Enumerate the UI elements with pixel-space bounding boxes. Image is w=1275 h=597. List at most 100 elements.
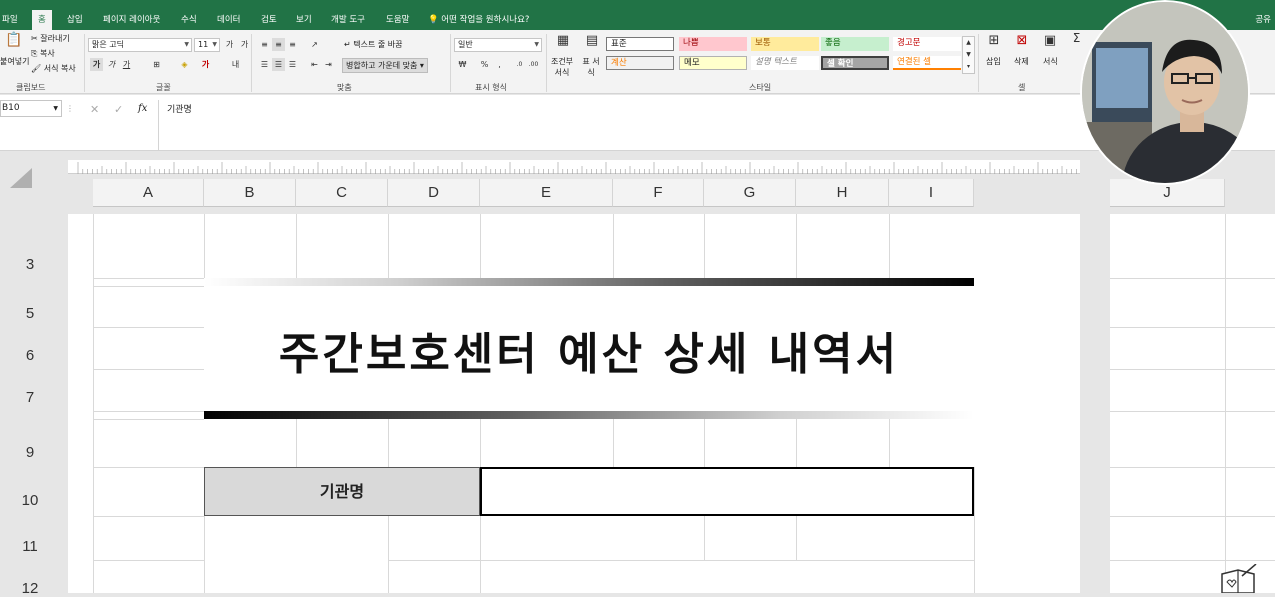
paste-icon[interactable]: 📋	[4, 33, 24, 54]
percent-button[interactable]: %	[478, 58, 491, 71]
font-color-icon[interactable]: 가	[199, 58, 212, 71]
italic-button[interactable]: 가	[105, 58, 118, 71]
style-calculation[interactable]: 계산	[606, 56, 674, 70]
decrease-decimal-icon[interactable]: .00	[527, 58, 540, 71]
gridline	[93, 327, 204, 328]
align-right-icon[interactable]: ☰	[286, 58, 299, 71]
column-header-e[interactable]: E	[480, 179, 613, 207]
font-name-select[interactable]: 맑은 고딕 ▼	[88, 38, 192, 52]
conditional-format-button[interactable]: 조건부 서식	[549, 56, 575, 78]
align-middle-icon[interactable]: ≡	[272, 38, 285, 51]
row-header-3[interactable]: 3	[0, 256, 60, 273]
align-left-icon[interactable]: ☰	[258, 58, 271, 71]
number-format-select[interactable]: 일반 ▼	[454, 38, 542, 52]
fill-color-icon[interactable]: ◈	[178, 58, 191, 71]
table-format-icon[interactable]: ▤	[582, 34, 602, 54]
style-warning-text[interactable]: 경고문	[893, 37, 961, 51]
style-normal[interactable]: 표준	[606, 37, 674, 51]
comma-style-icon[interactable]: ,	[493, 58, 506, 71]
row-header-7[interactable]: 7	[0, 389, 60, 406]
tell-me-search[interactable]: 💡 어떤 작업을 원하시나요?	[428, 10, 529, 30]
share-button[interactable]: 공유	[1255, 10, 1271, 30]
style-linked-cell[interactable]: 연결된 셀	[893, 56, 961, 70]
row-header-5[interactable]: 5	[0, 305, 60, 322]
insert-function-icon[interactable]: fx	[138, 103, 147, 114]
worksheet-next-page[interactable]	[1110, 214, 1275, 593]
column-header-i[interactable]: I	[889, 179, 974, 207]
separator	[251, 34, 252, 92]
style-note[interactable]: 메모	[679, 56, 747, 70]
row-header-10[interactable]: 10	[0, 492, 60, 509]
style-check-cell[interactable]: 셀 확인	[821, 56, 889, 70]
column-header-g[interactable]: G	[704, 179, 796, 207]
row-header-11[interactable]: 11	[0, 538, 60, 555]
style-good[interactable]: 좋음	[821, 37, 889, 51]
paste-button[interactable]: 붙여넣기	[0, 56, 29, 67]
currency-icon[interactable]: ₩	[456, 58, 469, 71]
autosum-icon[interactable]: Σ	[1070, 32, 1083, 45]
style-neutral[interactable]: 보통	[751, 37, 819, 51]
tab-page-layout[interactable]: 페이지 레이아웃	[103, 10, 160, 30]
insert-cells-icon[interactable]: ⊞	[985, 34, 1003, 52]
tab-data[interactable]: 데이터	[217, 10, 240, 30]
increase-indent-icon[interactable]: ⇥	[322, 58, 335, 71]
tab-file[interactable]: 파일	[2, 10, 18, 30]
merge-center-button[interactable]: 병합하고 가운데 맞춤 ▾	[342, 58, 428, 73]
tab-review[interactable]: 검토	[261, 10, 277, 30]
format-painter-button[interactable]: 🖌 서식 복사	[31, 63, 76, 74]
grow-font-icon[interactable]: 가	[223, 38, 236, 51]
tab-formulas[interactable]: 수식	[181, 10, 197, 30]
styles-scroll-icon[interactable]: ▲ ▼ ▾	[962, 36, 975, 74]
column-header-f[interactable]: F	[613, 179, 704, 207]
style-bad[interactable]: 나쁨	[679, 37, 747, 51]
cancel-icon[interactable]: ✕	[90, 103, 99, 116]
align-top-icon[interactable]: ≡	[258, 38, 271, 51]
wrap-text-button[interactable]: ↵ 텍스트 줄 바꿈	[344, 39, 403, 50]
separator	[84, 34, 85, 92]
column-header-h[interactable]: H	[796, 179, 889, 207]
increase-decimal-icon[interactable]: .0	[513, 58, 526, 71]
font-size-select[interactable]: 11 ▼	[194, 38, 220, 52]
insert-cells-button[interactable]: 삽입	[986, 56, 1001, 67]
worksheet-page[interactable]	[68, 214, 1080, 593]
column-header-a[interactable]: A	[93, 179, 204, 207]
row-header-9[interactable]: 9	[0, 444, 60, 461]
shrink-font-icon[interactable]: 가	[238, 38, 251, 51]
sheet-title[interactable]: 주간보호센터 예산 상세 내역서	[204, 318, 974, 380]
column-header-c[interactable]: C	[296, 179, 388, 207]
decrease-indent-icon[interactable]: ⇤	[308, 58, 321, 71]
format-as-table-button[interactable]: 표 서식	[580, 56, 602, 78]
conditional-format-icon[interactable]: ▦	[553, 34, 573, 54]
style-explanatory[interactable]: 설명 텍스트	[751, 56, 819, 70]
gridline	[93, 214, 94, 593]
underline-button[interactable]: 가	[120, 58, 133, 71]
select-all-corner[interactable]	[10, 168, 32, 188]
border-icon[interactable]: ⊞	[150, 58, 163, 71]
book-logo-icon	[1218, 563, 1258, 594]
tab-help[interactable]: 도움말	[386, 10, 409, 30]
tab-developer[interactable]: 개발 도구	[331, 10, 365, 30]
copy-button[interactable]: ⎘ 복사	[31, 48, 55, 59]
phonetic-icon[interactable]: 내	[229, 58, 242, 71]
row-header-6[interactable]: 6	[0, 347, 60, 364]
tab-view[interactable]: 보기	[296, 10, 312, 30]
gridline	[93, 516, 204, 517]
org-name-label-cell[interactable]: 기관명	[204, 467, 480, 516]
cut-button[interactable]: ✂ 잘라내기	[31, 33, 70, 44]
tab-insert[interactable]: 삽입	[67, 10, 83, 30]
tab-home[interactable]: 홈	[32, 10, 52, 30]
delete-cells-button[interactable]: 삭제	[1014, 56, 1029, 67]
format-cells-button[interactable]: 서식	[1043, 56, 1058, 67]
row-header-12[interactable]: 12	[0, 580, 60, 597]
align-center-icon[interactable]: ☰	[272, 58, 285, 71]
column-header-d[interactable]: D	[388, 179, 480, 207]
column-header-b[interactable]: B	[204, 179, 296, 207]
name-box[interactable]: B10 ▼	[0, 100, 62, 117]
align-bottom-icon[interactable]: ≡	[286, 38, 299, 51]
bold-button[interactable]: 가	[90, 58, 103, 71]
enter-icon[interactable]: ✓	[114, 103, 123, 116]
delete-cells-icon[interactable]: ⊠	[1013, 34, 1031, 52]
org-name-value-cell[interactable]	[480, 467, 974, 516]
orientation-icon[interactable]: ↗	[308, 38, 321, 51]
format-cells-icon[interactable]: ▣	[1041, 34, 1059, 52]
